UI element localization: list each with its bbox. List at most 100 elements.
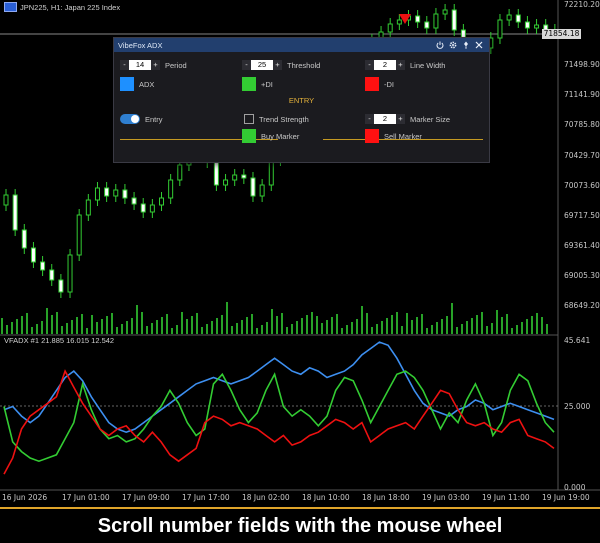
indicator-tick-label: 25.000: [564, 402, 590, 411]
candle: [113, 189, 119, 197]
entry-toggle[interactable]: [120, 114, 140, 124]
sell-marker-row: Sell Marker: [365, 129, 422, 143]
line-width-increment-button[interactable]: +: [396, 60, 405, 70]
time-tick-label: 18 Jun 18:00: [362, 493, 410, 502]
candle: [442, 9, 448, 15]
trend-strength-label: Trend Strength: [259, 114, 309, 124]
candle: [506, 14, 512, 21]
candle: [451, 9, 457, 31]
candle: [94, 187, 100, 201]
candle: [168, 179, 174, 199]
candle: [104, 187, 110, 197]
period-stepper[interactable]: - 14 +: [120, 60, 160, 70]
price-tick-label: 70429.70: [564, 151, 600, 160]
trend-strength-checkbox[interactable]: [244, 114, 254, 124]
candle: [213, 161, 219, 186]
sell-marker-color-swatch[interactable]: [365, 129, 379, 143]
gear-icon[interactable]: [446, 39, 459, 51]
candle: [497, 19, 503, 39]
candle: [40, 261, 46, 271]
candle: [21, 229, 27, 249]
plus-di-color-label: +DI: [261, 79, 273, 89]
price-tick-label: 71141.90: [564, 90, 600, 99]
buy-marker-color-swatch[interactable]: [242, 129, 256, 143]
price-tick-label: 68649.20: [564, 301, 600, 310]
symbol-label: JPN225, H1: Japan 225 Index: [4, 2, 120, 12]
indicator-label: VFADX #1 21.885 16.015 12.542: [4, 336, 115, 345]
pin-icon[interactable]: [459, 39, 472, 51]
candle: [534, 24, 540, 29]
plus-di-color-swatch[interactable]: [242, 77, 256, 91]
line-width-field[interactable]: 2: [374, 60, 396, 70]
candle: [424, 21, 430, 29]
candle: [140, 203, 146, 213]
candle: [177, 164, 183, 181]
plus-di-color-row: +DI: [242, 77, 273, 91]
time-tick-label: 19 Jun 11:00: [482, 493, 530, 502]
close-icon[interactable]: [472, 39, 485, 51]
marker-size-row: - 2 + Marker Size: [365, 114, 450, 124]
line-width-stepper[interactable]: - 2 +: [365, 60, 405, 70]
entry-row: Entry: [120, 114, 163, 124]
panel-title: VibeFox ADX: [118, 40, 163, 50]
threshold-label: Threshold: [287, 60, 321, 70]
threshold-field[interactable]: 25: [251, 60, 273, 70]
entry-label: Entry: [145, 114, 163, 124]
period-field[interactable]: 14: [129, 60, 151, 70]
line-width-row: - 2 + Line Width: [365, 60, 445, 70]
period-decrement-button[interactable]: -: [120, 60, 129, 70]
marker-size-stepper[interactable]: - 2 +: [365, 114, 405, 124]
candle: [49, 269, 55, 281]
symbol-text: JPN225, H1: Japan 225 Index: [20, 2, 121, 12]
plus-di-line: [3, 370, 555, 463]
candle: [396, 19, 402, 25]
adx-indicator: [3, 341, 555, 475]
time-tick-label: 17 Jun 01:00: [62, 493, 110, 502]
indicator-tick-label: 45.641: [564, 336, 590, 345]
adx-color-row: ADX: [120, 77, 154, 91]
candle: [415, 15, 421, 23]
power-icon[interactable]: [433, 39, 446, 51]
adx-color-swatch[interactable]: [120, 77, 134, 91]
time-tick-label: 19 Jun 19:00: [542, 493, 590, 502]
line-width-decrement-button[interactable]: -: [365, 60, 374, 70]
candle: [30, 247, 36, 263]
candle: [387, 23, 393, 33]
adx-color-label: ADX: [139, 79, 155, 89]
threshold-row: - 25 + Threshold: [242, 60, 320, 70]
price-tick-label: 71498.90: [564, 60, 600, 69]
threshold-stepper[interactable]: - 25 +: [242, 60, 282, 70]
price-tick-label: 69717.50: [564, 211, 600, 220]
candle: [223, 179, 229, 186]
price-tick-label: 69361.40: [564, 241, 600, 250]
candle: [259, 184, 265, 197]
marker-size-increment-button[interactable]: +: [396, 114, 405, 124]
indicator-tick-label: 0.000: [564, 483, 586, 492]
candle: [433, 13, 439, 29]
candle: [122, 189, 128, 199]
panel-header[interactable]: VibeFox ADX: [114, 38, 489, 52]
marker-size-field[interactable]: 2: [374, 114, 396, 124]
period-label: Period: [165, 60, 187, 70]
candle: [3, 194, 9, 206]
threshold-decrement-button[interactable]: -: [242, 60, 251, 70]
candle: [524, 21, 530, 29]
candle: [149, 204, 155, 213]
flag-icon: [4, 2, 17, 12]
candle: [250, 177, 256, 197]
adx-line: [3, 341, 555, 434]
candle: [515, 14, 521, 23]
line-width-label: Line Width: [410, 60, 446, 70]
time-tick-label: 17 Jun 09:00: [122, 493, 170, 502]
marker-size-decrement-button[interactable]: -: [365, 114, 374, 124]
candle: [12, 194, 18, 231]
time-tick-label: 16 Jun 2026: [2, 493, 47, 502]
threshold-increment-button[interactable]: +: [273, 60, 282, 70]
candle: [241, 174, 247, 179]
price-tick-label: 69005.30: [564, 271, 600, 280]
settings-panel: VibeFox ADX - 14 + Period - 25 + Thresho…: [113, 37, 490, 163]
time-tick-label: 17 Jun 17:00: [182, 493, 230, 502]
period-increment-button[interactable]: +: [151, 60, 160, 70]
minus-di-color-row: -DI: [365, 77, 394, 91]
minus-di-color-swatch[interactable]: [365, 77, 379, 91]
